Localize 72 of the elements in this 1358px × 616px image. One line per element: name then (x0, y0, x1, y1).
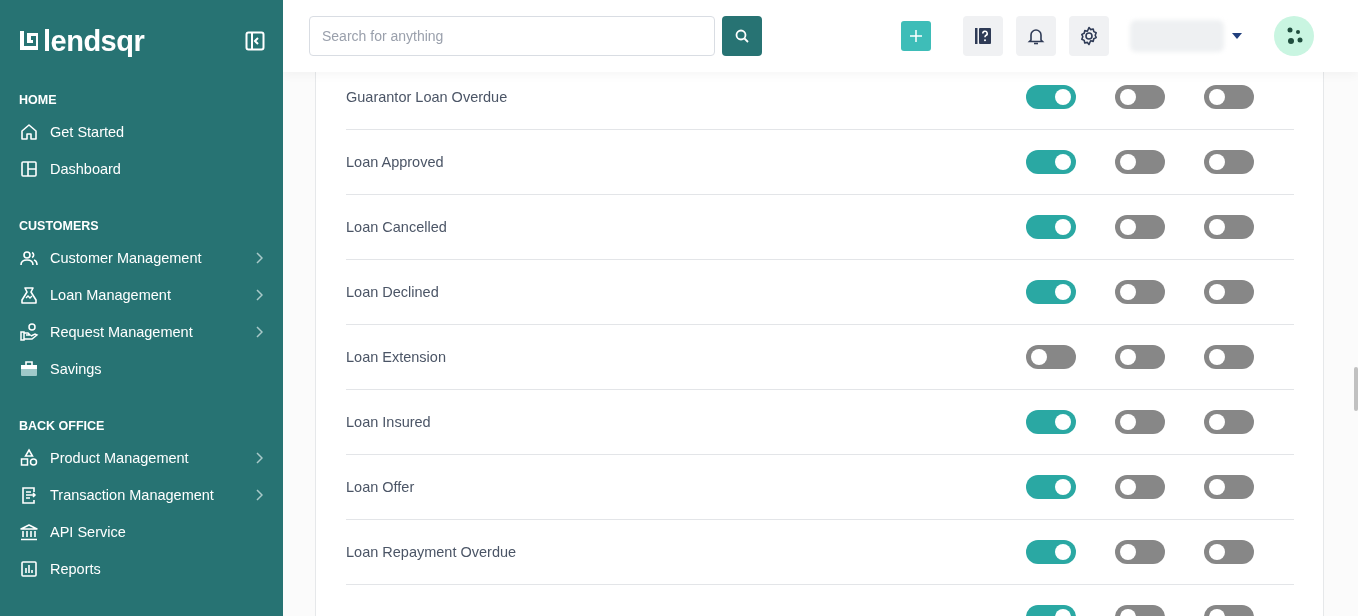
notification-name: Loan Offer (346, 479, 416, 495)
bar-chart-icon (19, 558, 39, 579)
toggle-switch[interactable] (1115, 215, 1165, 239)
shapes-icon (19, 447, 39, 468)
toggle-switch[interactable] (1204, 85, 1254, 109)
toggle-switch[interactable] (1026, 475, 1076, 499)
notification-name: Guarantor Loan Overdue (346, 89, 509, 105)
briefcase-icon (19, 358, 39, 379)
logo-mark-icon (18, 30, 40, 52)
toggle-switch[interactable] (1204, 410, 1254, 434)
search-icon (734, 28, 750, 44)
toggle-switch[interactable] (1204, 475, 1254, 499)
bell-icon (1026, 26, 1046, 46)
toggle-switch[interactable] (1115, 475, 1165, 499)
notification-name: Loan Cancelled (346, 219, 448, 235)
document-arrow-icon (19, 484, 39, 505)
settings-button[interactable] (1069, 16, 1109, 56)
caret-icon (1232, 33, 1242, 39)
bag-icon (19, 284, 39, 305)
layout-icon (19, 158, 39, 179)
toggle-switch[interactable] (1026, 150, 1076, 174)
toggle-switch[interactable] (1115, 410, 1165, 434)
toggle-switch[interactable] (1115, 345, 1165, 369)
toggle-switch[interactable] (1026, 215, 1076, 239)
section-heading: CUSTOMERS (18, 218, 100, 235)
toggle-switch[interactable] (1204, 280, 1254, 304)
help-button[interactable] (963, 16, 1003, 56)
section-heading: HOME (18, 92, 58, 109)
nav-item[interactable]: Product Management (0, 439, 283, 476)
section-heading: BACK OFFICE (18, 418, 106, 435)
toggle-switch[interactable] (1115, 85, 1165, 109)
notifications-button[interactable] (1016, 16, 1056, 56)
toggle-switch[interactable] (1026, 540, 1076, 564)
notification-name: Loan Declined (346, 284, 440, 300)
toggle-switch[interactable] (1026, 85, 1076, 109)
nav-item[interactable]: Request Management (0, 313, 283, 350)
notification-name: Loan Extension (346, 349, 447, 365)
avatar[interactable] (1274, 16, 1314, 56)
toggle-switch[interactable] (1115, 280, 1165, 304)
nav-item[interactable]: Reports (0, 550, 283, 587)
plus-icon (908, 28, 924, 44)
toggle-switch[interactable] (1204, 215, 1254, 239)
nav-item[interactable]: Customer Management (0, 239, 283, 276)
notification-name: Loan Approved (346, 154, 445, 170)
notification-name: Loan Repayment Overdue (346, 544, 518, 560)
add-button[interactable] (901, 21, 931, 51)
bank-icon (19, 521, 39, 542)
nav-item[interactable]: API Service (0, 513, 283, 550)
help-book-icon (973, 26, 993, 46)
nav-item[interactable]: Transaction Management (0, 476, 283, 513)
toggle-switch[interactable] (1204, 150, 1254, 174)
toggle-switch[interactable] (1204, 540, 1254, 564)
nav-item[interactable]: Savings (0, 350, 283, 387)
logo[interactable]: lendsqr (18, 26, 145, 56)
settings-icon (1078, 25, 1100, 47)
toggle-switch[interactable] (1115, 150, 1165, 174)
notification-name: Loan Insured (346, 414, 432, 430)
toggle-switch[interactable] (1204, 345, 1254, 369)
logo-text: lendsqr (43, 26, 145, 56)
toggle-switch[interactable] (1026, 280, 1076, 304)
search-field[interactable]: Search for anything (309, 16, 715, 56)
nav-item[interactable]: Get Started (0, 113, 283, 150)
toggle-switch[interactable] (1026, 345, 1076, 369)
nav-item[interactable]: Dashboard (0, 150, 283, 187)
toggle-switch[interactable] (1026, 410, 1076, 434)
scrollbar-thumb[interactable] (1354, 367, 1358, 411)
collapse-sidebar-icon[interactable] (245, 31, 265, 51)
search-button[interactable] (722, 16, 762, 56)
home-icon (19, 121, 39, 142)
toggle-switch[interactable] (1115, 540, 1165, 564)
nav-item[interactable]: Loan Management (0, 276, 283, 313)
hand-coin-icon (19, 321, 39, 342)
